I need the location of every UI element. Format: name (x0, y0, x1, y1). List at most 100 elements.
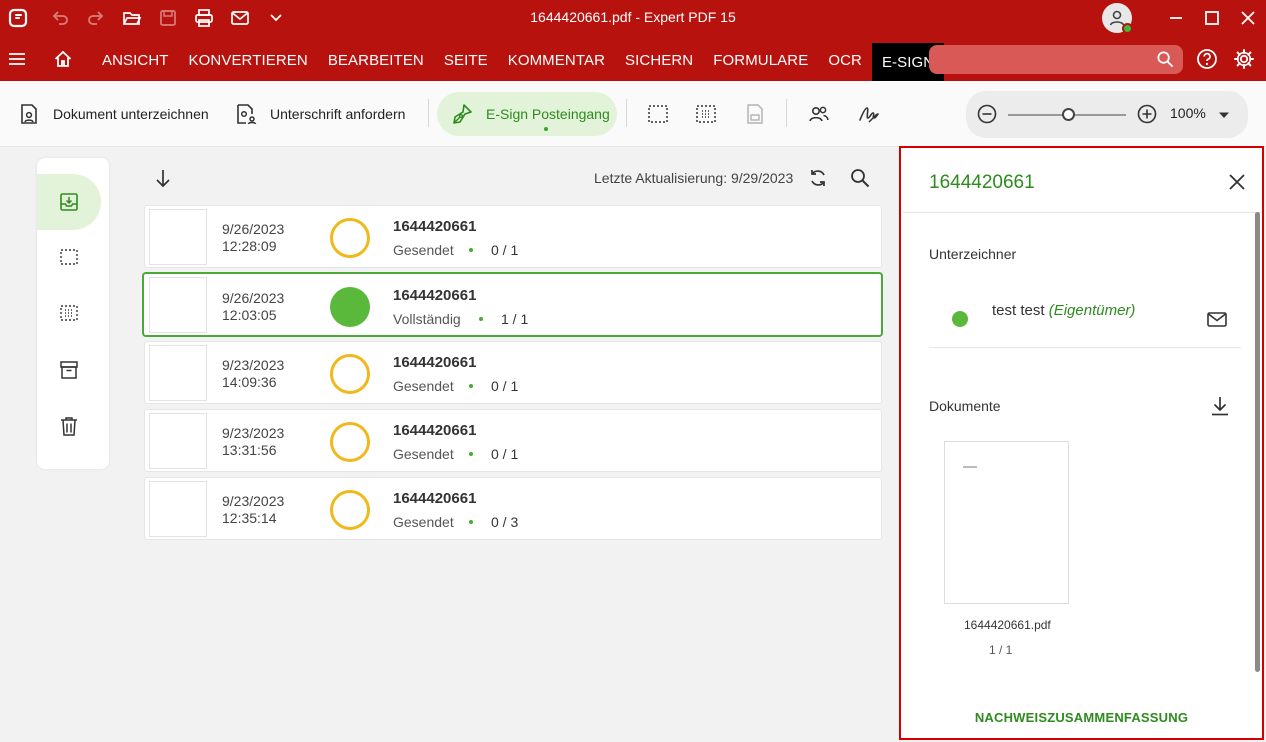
maximize-icon (1205, 11, 1219, 25)
row-datetime: 9/26/2023 12:28:09 (222, 221, 285, 254)
close-window-button[interactable] (1230, 0, 1266, 36)
separator-dot (469, 248, 473, 252)
pen-nib-icon (453, 104, 472, 124)
title-bar: 1644420661.pdf - Expert PDF 15 (0, 0, 1266, 36)
search-icon[interactable] (849, 167, 871, 189)
row-title: 1644420661 (393, 354, 477, 371)
preview-text-mark (963, 466, 977, 468)
row-status: Gesendet (393, 378, 454, 394)
zoom-slider-thumb[interactable] (1062, 108, 1075, 121)
undo-icon[interactable] (42, 0, 78, 36)
menu-ansicht[interactable]: ANSICHT (92, 36, 179, 81)
download-icon[interactable] (1209, 395, 1231, 417)
mail-icon[interactable] (1206, 308, 1228, 330)
separator-dot (479, 317, 483, 321)
panel-scrollbar[interactable] (1255, 212, 1260, 672)
home-button[interactable] (34, 36, 92, 81)
sidebar-item-select[interactable] (37, 229, 101, 285)
table-row-selected[interactable]: 9/26/2023 12:03:05 1644420661 Vollständig… (142, 272, 883, 337)
select-area-icon (60, 249, 78, 265)
table-row[interactable]: 9/26/2023 12:28:09 1644420661 Gesendet 0 … (144, 205, 882, 268)
separator-dot (469, 520, 473, 524)
row-signature-count: 0 / 1 (491, 378, 519, 394)
inbox-download-icon (60, 193, 78, 211)
table-row[interactable]: 9/23/2023 12:35:14 1644420661 Gesendet 0 … (144, 477, 882, 540)
sidebar-item-archive[interactable] (37, 342, 101, 398)
row-signature-count: 1 / 1 (501, 311, 529, 327)
settings-gear-icon[interactable] (1233, 48, 1255, 70)
menu-formulare[interactable]: FORMULARE (703, 36, 818, 81)
table-row[interactable]: 9/23/2023 13:31:56 1644420661 Gesendet 0 … (144, 409, 882, 472)
maximize-button[interactable] (1194, 0, 1230, 36)
row-datetime: 9/23/2023 12:35:14 (222, 493, 285, 526)
menu-seite[interactable]: SEITE (434, 36, 498, 81)
zoom-in-icon[interactable] (1136, 103, 1158, 125)
menu-kommentar[interactable]: KOMMENTAR (498, 36, 615, 81)
sidebar-item-inbox[interactable] (37, 174, 101, 230)
row-status: Gesendet (393, 242, 454, 258)
signers-label: Unterzeichner (929, 246, 1017, 262)
redo-icon[interactable] (78, 0, 114, 36)
chevron-down-icon[interactable] (258, 0, 294, 36)
zoom-dropdown-icon[interactable] (1218, 109, 1230, 121)
ribbon-toolbar: Dokument unterzeichnen Unterschrift anfo… (0, 81, 1266, 147)
zoom-out-icon[interactable] (976, 103, 998, 125)
last-update-text: Letzte Aktualisierung: 9/29/2023 (594, 170, 794, 186)
row-status: Vollständig (393, 311, 461, 327)
active-indicator-dot (544, 127, 548, 131)
sign-document-button[interactable]: Dokument unterzeichnen (17, 81, 209, 147)
row-title: 1644420661 (393, 218, 477, 235)
menu-bearbeiten[interactable]: BEARBEITEN (318, 36, 434, 81)
print-icon[interactable] (186, 0, 222, 36)
search-icon[interactable] (1156, 50, 1175, 69)
signer-name: test test (992, 302, 1045, 319)
row-signature-count: 0 / 1 (491, 446, 519, 462)
signer-role: (Eigentümer) (1048, 302, 1136, 319)
document-sign-icon (21, 104, 37, 124)
zoom-value[interactable]: 100% (1170, 105, 1206, 121)
row-datetime: 9/23/2023 14:09:36 (222, 357, 285, 390)
row-signature-count: 0 / 1 (491, 242, 519, 258)
menu-bar: ANSICHT KONVERTIEREN BEARBEITEN SEITE KO… (0, 36, 1266, 81)
e-sign-inbox-button[interactable]: E-Sign Posteingang (437, 92, 617, 136)
sidebar-item-select-all[interactable] (37, 285, 101, 341)
sort-down-icon[interactable] (152, 167, 174, 189)
online-status-dot (1122, 23, 1133, 34)
document-preview-thumbnail[interactable] (944, 441, 1069, 604)
contacts-icon[interactable] (807, 102, 831, 126)
open-folder-icon[interactable] (114, 0, 150, 36)
app-logo-icon[interactable] (0, 0, 36, 36)
save-icon[interactable] (150, 0, 186, 36)
menu-sichern[interactable]: SICHERN (615, 36, 703, 81)
document-file-name: 1644420661.pdf (964, 618, 1051, 632)
refresh-icon[interactable] (807, 167, 829, 189)
panel-header-divider (903, 212, 1262, 213)
hamburger-menu-button[interactable] (0, 36, 34, 81)
toolbar-divider (428, 99, 429, 127)
table-row[interactable]: 9/23/2023 14:09:36 1644420661 Gesendet 0 … (144, 341, 882, 404)
mail-icon[interactable] (222, 0, 258, 36)
row-datetime: 9/26/2023 12:03:05 (222, 290, 285, 323)
select-all-icon (60, 305, 78, 321)
archive-document-icon[interactable] (743, 102, 767, 126)
documents-label: Dokumente (929, 398, 1001, 414)
user-avatar[interactable] (1102, 3, 1133, 34)
signature-icon[interactable] (857, 102, 881, 126)
minimize-button[interactable] (1158, 0, 1194, 36)
select-area-icon[interactable] (646, 102, 670, 126)
select-all-icon[interactable] (694, 102, 718, 126)
zoom-control: 100% (966, 91, 1248, 138)
menu-konvertieren[interactable]: KONVERTIEREN (179, 36, 318, 81)
document-thumbnail (149, 481, 207, 537)
close-icon[interactable] (1227, 172, 1247, 192)
status-pending-ring (330, 422, 370, 462)
search-input[interactable] (929, 45, 1149, 74)
evidence-summary-button[interactable]: NACHWEISZUSAMMENFASSUNG (901, 710, 1262, 725)
help-icon[interactable] (1196, 48, 1218, 70)
menu-ocr[interactable]: OCR (818, 36, 872, 81)
signer-entry: test test (Eigentümer) (992, 302, 1135, 319)
section-divider (929, 347, 1241, 348)
request-signature-button[interactable]: Unterschrift anfordern (234, 81, 405, 147)
sidebar-item-trash[interactable] (37, 398, 101, 454)
row-title: 1644420661 (393, 490, 477, 507)
